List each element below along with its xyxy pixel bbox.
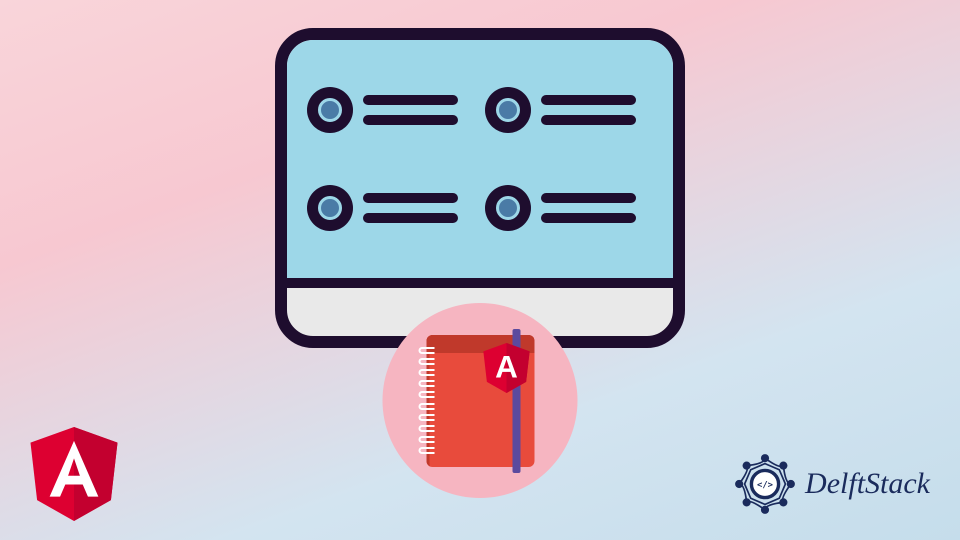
list-item <box>485 70 653 150</box>
monitor-frame <box>275 28 685 348</box>
monitor-screen <box>287 40 673 288</box>
main-illustration: A <box>275 28 685 348</box>
radio-bullet-icon <box>485 87 531 133</box>
radio-bullet-icon <box>307 185 353 231</box>
radio-bullet-icon <box>307 87 353 133</box>
list-item <box>307 70 475 150</box>
notebook-badge: A <box>383 303 578 498</box>
list-item <box>485 168 653 248</box>
list-item <box>307 168 475 248</box>
delftstack-logo: </> DelftStack <box>731 450 930 518</box>
svg-text:A: A <box>495 349 518 384</box>
text-lines-icon <box>541 193 653 223</box>
delftstack-emblem-icon: </> <box>731 450 799 518</box>
radio-bullet-icon <box>485 185 531 231</box>
svg-text:</>: </> <box>757 480 773 490</box>
notebook-icon: A <box>426 335 534 467</box>
angular-logo-icon <box>30 427 118 526</box>
spiral-binding-icon <box>418 347 434 455</box>
text-lines-icon <box>363 193 475 223</box>
angular-shield-icon: A <box>482 343 530 398</box>
text-lines-icon <box>541 95 653 125</box>
text-lines-icon <box>363 95 475 125</box>
delftstack-wordmark: DelftStack <box>805 467 930 501</box>
